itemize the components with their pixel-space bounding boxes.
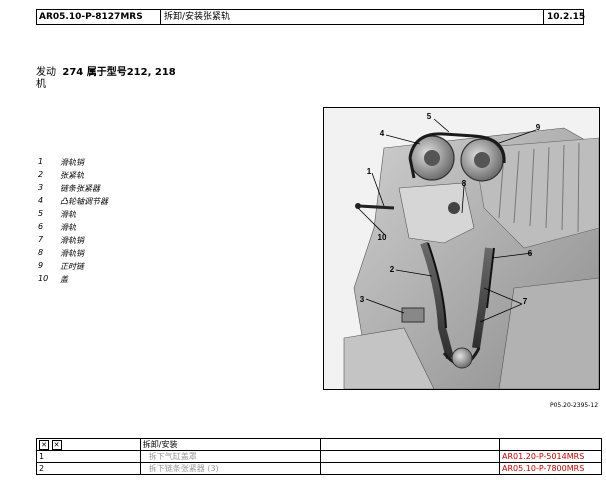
table-header-empty	[319, 438, 501, 451]
callout-9: 9	[536, 123, 541, 132]
engine-label-line1: 发动	[36, 67, 56, 78]
table-row: 1 拆下气缸盖罩 AR01.20-P-5014MRS	[36, 450, 602, 463]
step-number: 2	[36, 462, 141, 475]
engine-illustration: 1 2 3 4 5 6 7 8 9 10	[324, 108, 599, 389]
document-title: 拆卸/安装张紧轨	[161, 10, 544, 24]
table-header-icons: ✕ ✕	[36, 438, 141, 451]
document-code: AR05.10-P-8127MRS	[37, 10, 161, 24]
step-reference-link[interactable]: AR01.20-P-5014MRS	[499, 450, 602, 463]
callout-10: 10	[378, 233, 387, 242]
callout-8: 8	[462, 179, 467, 188]
table-header-label: 拆卸/安装	[139, 438, 321, 451]
document-header: AR05.10-P-8127MRS 拆卸/安装张紧轨 10.2.15	[36, 9, 586, 25]
step-reference-link[interactable]: AR05.10-P-7800MRS	[499, 462, 602, 475]
engine-models: 274 属于型号212, 218	[62, 67, 176, 78]
step-number: 1	[36, 450, 141, 463]
step-text: 拆下链条张紧器 (3)	[139, 462, 321, 475]
callout-3: 3	[360, 295, 365, 304]
callout-5: 5	[427, 112, 432, 121]
table-row: 2 拆下链条张紧器 (3) AR05.10-P-7800MRS	[36, 462, 602, 475]
engine-label: 发动 274 属于型号212, 218 机	[36, 67, 176, 91]
procedure-table: ✕ ✕ 拆卸/安装 1 拆下气缸盖罩 AR01.20-P-5014MRS 2 拆…	[36, 438, 602, 475]
figure-caption: P05.20-2395-12	[550, 402, 599, 409]
expand-icon[interactable]: ✕	[39, 439, 49, 450]
table-header-ref	[499, 438, 602, 451]
table-header-row: ✕ ✕ 拆卸/安装	[36, 438, 602, 451]
callout-6: 6	[528, 249, 533, 258]
step-spacer	[319, 450, 501, 463]
parts-legend: 1 滑轨销 2 张紧轨 3 链条张紧器 4 凸轮轴调节器 5 滑轨 6 滑轨 7 滑轨销 8滑…	[38, 157, 108, 284]
engine-timing-figure: 1 2 3 4 5 6 7 8 9 10	[323, 107, 600, 390]
document-date: 10.2.15	[547, 12, 586, 22]
callout-2: 2	[390, 265, 395, 274]
step-spacer	[319, 462, 501, 475]
engine-label-line2: 机	[36, 79, 46, 90]
callout-4: 4	[380, 129, 385, 138]
step-text: 拆下气缸盖罩	[139, 450, 321, 463]
callout-1: 1	[367, 167, 372, 176]
callout-7: 7	[523, 297, 528, 306]
collapse-icon[interactable]: ✕	[51, 439, 62, 450]
